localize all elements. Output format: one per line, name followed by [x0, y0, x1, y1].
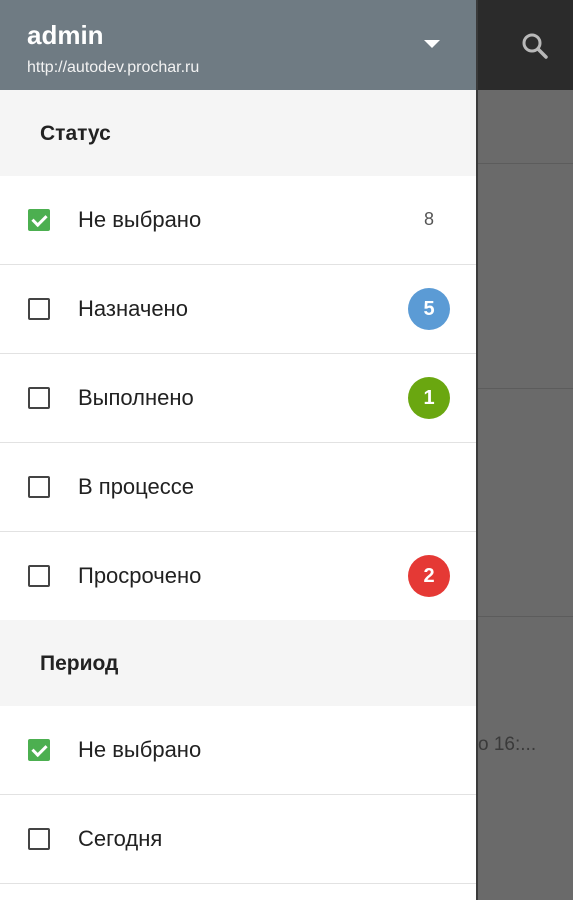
count-badge: 2 — [408, 555, 450, 597]
filter-option-label: Не выбрано — [78, 207, 202, 232]
background-divider — [478, 388, 573, 389]
section-header: Период — [0, 620, 476, 706]
filter-option-label: Не выбрано — [78, 737, 202, 762]
filter-checkbox[interactable] — [28, 739, 50, 761]
filter-option-label: Назначено — [78, 296, 188, 321]
filter-checkbox[interactable] — [28, 565, 50, 587]
count-badge: 5 — [408, 288, 450, 330]
filter-option[interactable]: Назначено 5 — [0, 265, 476, 354]
filter-checkbox[interactable] — [28, 476, 50, 498]
filter-option[interactable]: Не выбрано — [0, 706, 476, 795]
background-list-snippet: о 16:... — [478, 734, 537, 755]
count-badge: 1 — [408, 377, 450, 419]
background-divider — [478, 616, 573, 617]
filter-checkbox[interactable] — [28, 828, 50, 850]
search-icon[interactable] — [519, 30, 551, 62]
section-title: Статус — [40, 122, 111, 145]
filter-option[interactable]: Просрочено 2 — [0, 532, 476, 620]
filter-count: 8 — [423, 209, 434, 229]
filter-checkbox[interactable] — [28, 298, 50, 320]
account-dropdown-icon[interactable] — [424, 40, 440, 48]
account-url: http://autodev.prochar.ru — [27, 59, 200, 76]
background-divider — [478, 163, 573, 164]
filter-option[interactable]: В процессе — [0, 443, 476, 532]
section-title: Период — [40, 652, 119, 675]
filter-option[interactable]: Не выбрано 8 — [0, 176, 476, 265]
filter-option-label: Сегодня — [78, 826, 163, 851]
filter-option-label: Выполнено — [78, 385, 194, 410]
section-header: Статус — [0, 90, 476, 176]
filter-option[interactable]: Выполнено 1 — [0, 354, 476, 443]
filter-option-label: В процессе — [78, 474, 194, 499]
filter-drawer: admin http://autodev.prochar.ru Статус Не… — [0, 0, 478, 900]
account-header[interactable]: admin http://autodev.prochar.ru — [0, 0, 476, 90]
filter-checkbox[interactable] — [28, 387, 50, 409]
filter-option-label: Просрочено — [78, 563, 202, 588]
account-name: admin — [27, 20, 104, 50]
filter-checkbox[interactable] — [28, 209, 50, 231]
filter-sections: Статус Не выбрано 8 Назначено 5 Выполнено 1 В п… — [0, 90, 476, 884]
filter-option[interactable]: Сегодня — [0, 795, 476, 884]
